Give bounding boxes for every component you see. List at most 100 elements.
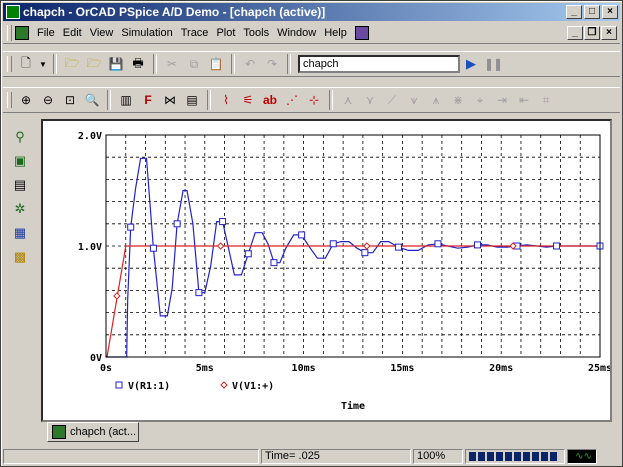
series-marker-square	[553, 242, 561, 250]
cursor-next-transition-icon[interactable]: ⇥	[492, 90, 512, 110]
zoom-fit-icon[interactable]: 🔍	[82, 90, 102, 110]
fourier-icon[interactable]: F	[138, 90, 158, 110]
cursor-peak-icon[interactable]: ⋏	[338, 90, 358, 110]
x-tick-label: 10ms	[292, 363, 316, 374]
plot-toolbar: ⊕ ⊖ ⊡ 🔍 ▥ F ⋈ ▤ ⌇ ⚟ ab ⋰ ⊹ ⋏ ⋎ ⟋ ⩛ ⩚ ⋇ ⌖…	[3, 87, 620, 113]
open-folder-icon[interactable]: 🗁	[62, 54, 82, 74]
zoom-area-icon[interactable]: ⊡	[60, 90, 80, 110]
title-bar[interactable]: chapch - OrCAD PSpice A/D Demo - [chapch…	[3, 3, 620, 21]
series-marker-square	[173, 220, 181, 228]
undo-icon[interactable]: ↶	[240, 54, 260, 74]
x-tick-label: 0s	[100, 363, 112, 374]
mdi-restore-button[interactable]: ❐	[584, 26, 600, 40]
performance-analysis-icon[interactable]: ⋈	[160, 90, 180, 110]
cursor-max-icon[interactable]: ⩚	[426, 90, 446, 110]
new-file-icon[interactable]: 🗋	[16, 54, 36, 74]
series-marker-square	[298, 231, 306, 239]
redo-icon[interactable]: ↷	[262, 54, 282, 74]
cursor-search-icon[interactable]: ⌖	[470, 90, 490, 110]
eval-goal-function-icon[interactable]: ⚟	[238, 90, 258, 110]
menu-window[interactable]: Window	[273, 27, 320, 39]
toolbar-grip[interactable]	[7, 92, 12, 108]
zoom-in-icon[interactable]: ⊕	[16, 90, 36, 110]
close-button[interactable]: ×	[602, 5, 618, 19]
print-icon[interactable]: 🖶	[128, 54, 148, 74]
waveform-plot[interactable]: 0s 5ms 10ms 15ms 20ms 25ms 0V 1.0V 2.0V Time V(R1…	[43, 121, 612, 420]
cursor-slope-icon[interactable]: ⟋	[382, 90, 402, 110]
y-tick-label: 0V	[90, 353, 102, 364]
series-marker-square	[361, 249, 369, 257]
dropdown-arrow-icon[interactable]: ▼	[38, 54, 48, 74]
view-simulation-output-icon[interactable]: ▣	[9, 151, 31, 171]
simulation-progress-bar	[465, 448, 565, 464]
simulation-status-icon: ∿∿	[567, 448, 597, 464]
copy-icon[interactable]: ⧉	[184, 54, 204, 74]
pause-simulation-icon[interactable]: ❚❚	[484, 57, 503, 71]
menu-help[interactable]: Help	[320, 27, 351, 39]
x-tick-label: 25ms	[588, 363, 610, 374]
view-netlist-icon[interactable]: ▦	[9, 223, 31, 243]
run-simulation-icon[interactable]: ▶	[466, 56, 476, 72]
mark-label-icon[interactable]: ⌗	[536, 90, 556, 110]
mdi-close-button[interactable]: ×	[601, 26, 617, 40]
window-tab-strip: chapch (act...	[41, 422, 612, 444]
separator	[107, 90, 111, 110]
menu-view[interactable]: View	[86, 27, 118, 39]
plot-document-icon	[52, 425, 66, 439]
log-x-axis-icon[interactable]: ▥	[116, 90, 136, 110]
maximize-button[interactable]: □	[584, 5, 600, 19]
sim-settings-icon[interactable]: ✲	[9, 199, 31, 219]
legend-marker-diamond	[220, 381, 228, 389]
app-window: chapch - OrCAD PSpice A/D Demo - [chapch…	[0, 0, 623, 467]
simulation-toolbar: ⚲ ▣ ▤ ✲ ▦ ▩	[3, 123, 33, 271]
menu-grip[interactable]	[7, 25, 12, 41]
status-bar: Time= .025 100% ∿∿	[3, 447, 620, 465]
series-marker-square	[127, 223, 135, 231]
menu-edit[interactable]: Edit	[59, 27, 86, 39]
log-y-axis-icon[interactable]: ▤	[182, 90, 202, 110]
series-marker-diamond	[363, 242, 371, 250]
toggle-probe-icon[interactable]: ⚲	[9, 127, 31, 147]
series-marker-square	[195, 289, 203, 297]
cut-icon[interactable]: ✂	[162, 54, 182, 74]
cursor-min-icon[interactable]: ⩛	[404, 90, 424, 110]
series-marker-square	[473, 241, 481, 249]
standard-toolbar: 🗋 ▼ 🗁 🗁 💾 🖶 ✂ ⧉ 📋 ↶ ↷ chapch ▶ ❚❚	[3, 51, 620, 77]
cursor-trough-icon[interactable]: ⋎	[360, 90, 380, 110]
cursor-prev-transition-icon[interactable]: ⇤	[514, 90, 534, 110]
menu-tools[interactable]: Tools	[239, 27, 273, 39]
simulation-profile-combo[interactable]: chapch	[298, 55, 460, 73]
legend-marker-square	[115, 381, 123, 389]
x-tick-label: 20ms	[489, 363, 513, 374]
document-system-icon[interactable]	[15, 26, 29, 40]
legend-label-v-r1: V(R1:1)	[128, 381, 170, 392]
separator	[329, 90, 333, 110]
minimize-button[interactable]: _	[566, 5, 582, 19]
legend-label-v-v1: V(V1:+)	[232, 381, 274, 392]
series-line-v-v1	[106, 245, 600, 358]
context-help-icon[interactable]	[354, 26, 369, 40]
view-output-file-icon[interactable]: ▤	[9, 175, 31, 195]
cursor-point-icon[interactable]: ⋇	[448, 90, 468, 110]
menu-file[interactable]: File	[33, 27, 59, 39]
save-icon[interactable]: 💾	[106, 54, 126, 74]
separator	[231, 54, 235, 74]
add-text-label-icon[interactable]: ab	[260, 90, 280, 110]
view-project-icon[interactable]: ▩	[9, 247, 31, 267]
toolbar-grip[interactable]	[7, 56, 12, 72]
mdi-minimize-button[interactable]: _	[567, 26, 583, 40]
open-recent-icon[interactable]: 🗁	[84, 54, 104, 74]
zoom-out-icon[interactable]: ⊖	[38, 90, 58, 110]
paste-icon[interactable]: 📋	[206, 54, 226, 74]
menu-plot[interactable]: Plot	[212, 27, 239, 39]
toggle-cursor-icon[interactable]: ⊹	[304, 90, 324, 110]
mark-data-points-icon[interactable]: ⋰	[282, 90, 302, 110]
series-marker-square	[149, 244, 157, 252]
plot-window[interactable]: 0s 5ms 10ms 15ms 20ms 25ms 0V 1.0V 2.0V Time V(R1…	[41, 119, 612, 422]
series-marker-square	[394, 243, 402, 251]
document-tab[interactable]: chapch (act...	[47, 422, 139, 442]
series-marker-square	[244, 250, 252, 258]
add-trace-icon[interactable]: ⌇	[216, 90, 236, 110]
menu-trace[interactable]: Trace	[177, 27, 213, 39]
menu-simulation[interactable]: Simulation	[117, 27, 176, 39]
